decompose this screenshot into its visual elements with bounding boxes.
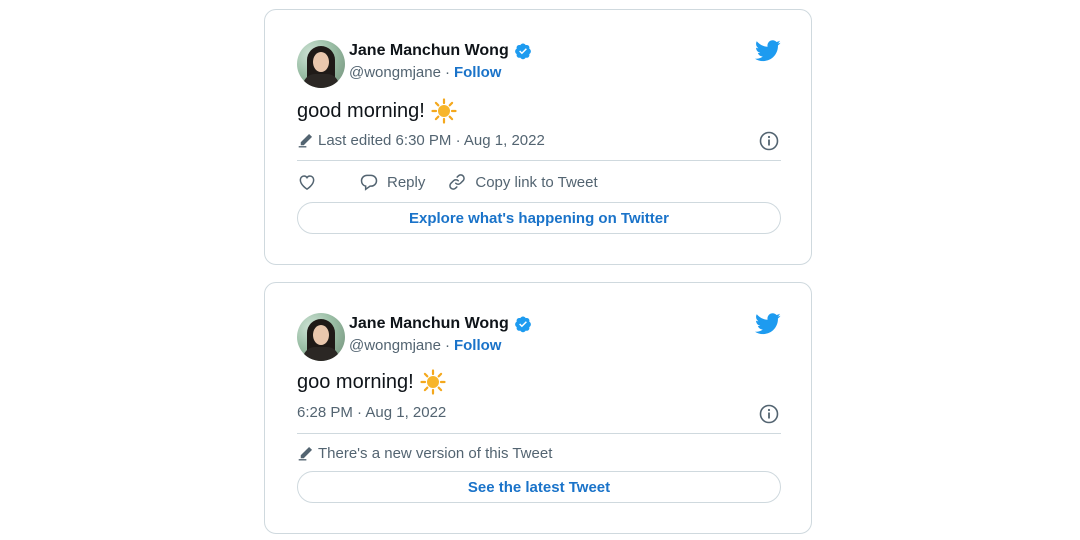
author-handle[interactable]: @wongmjane — [349, 337, 441, 354]
separator: · — [444, 337, 450, 354]
tweet-text-row: good morning! — [297, 98, 457, 124]
tweet-card-previous-version: Jane Manchun Wong @wongmjane · Follow goo … — [264, 282, 812, 534]
info-icon[interactable] — [759, 404, 779, 424]
avatar[interactable] — [297, 313, 345, 361]
follow-link[interactable]: Follow — [454, 64, 502, 81]
verified-badge-icon — [514, 316, 531, 333]
sun-emoji-icon — [420, 369, 446, 395]
tweet-text-row: goo morning! — [297, 369, 446, 395]
tweet-text: good morning! — [297, 99, 425, 122]
tweet-timestamp[interactable]: 6:28 PM · Aug 1, 2022 — [297, 404, 446, 421]
reply-bubble-icon — [360, 174, 378, 191]
copy-link-button[interactable]: Copy link to Tweet — [447, 172, 598, 192]
sun-emoji-icon — [431, 98, 457, 124]
tweet-header: Jane Manchun Wong @wongmjane · Follow — [297, 313, 781, 363]
verified-badge-icon — [514, 43, 531, 60]
follow-link[interactable]: Follow — [454, 337, 502, 354]
link-icon — [449, 174, 466, 190]
edited-timestamp[interactable]: Last edited 6:30 PM · Aug 1, 2022 — [318, 132, 545, 149]
divider — [297, 433, 781, 434]
divider — [297, 160, 781, 161]
separator: · — [444, 64, 450, 81]
pencil-icon — [298, 446, 313, 461]
new-version-text: There's a new version of this Tweet — [318, 445, 553, 462]
info-icon[interactable] — [759, 131, 779, 151]
avatar[interactable] — [297, 40, 345, 88]
twitter-bird-icon[interactable] — [755, 40, 781, 62]
like-button[interactable] — [297, 172, 317, 192]
author-handle-row: @wongmjane · Follow — [349, 337, 501, 354]
tweet-actions: Reply Copy link to Tweet — [297, 172, 620, 192]
explore-twitter-button[interactable]: Explore what's happening on Twitter — [297, 202, 781, 234]
copy-link-label: Copy link to Tweet — [475, 173, 598, 191]
author-handle[interactable]: @wongmjane — [349, 64, 441, 81]
reply-label: Reply — [387, 173, 426, 191]
heart-icon — [299, 175, 315, 190]
tweet-card-edited: Jane Manchun Wong @wongmjane · Follow good… — [264, 9, 812, 265]
author-name[interactable]: Jane Manchun Wong — [349, 42, 509, 60]
twitter-bird-icon[interactable] — [755, 313, 781, 335]
tweet-meta: 6:28 PM · Aug 1, 2022 — [297, 404, 446, 421]
new-version-notice: There's a new version of this Tweet — [297, 445, 552, 462]
see-latest-tweet-button[interactable]: See the latest Tweet — [297, 471, 781, 503]
tweet-header: Jane Manchun Wong @wongmjane · Follow — [297, 40, 781, 90]
tweet-text: goo morning! — [297, 370, 414, 393]
reply-button[interactable]: Reply — [359, 172, 425, 192]
author-handle-row: @wongmjane · Follow — [349, 64, 501, 81]
author-name[interactable]: Jane Manchun Wong — [349, 315, 509, 333]
author-name-row: Jane Manchun Wong — [349, 315, 532, 333]
author-name-row: Jane Manchun Wong — [349, 42, 532, 60]
pencil-icon — [298, 133, 313, 148]
edit-meta: Last edited 6:30 PM · Aug 1, 2022 — [297, 132, 545, 149]
